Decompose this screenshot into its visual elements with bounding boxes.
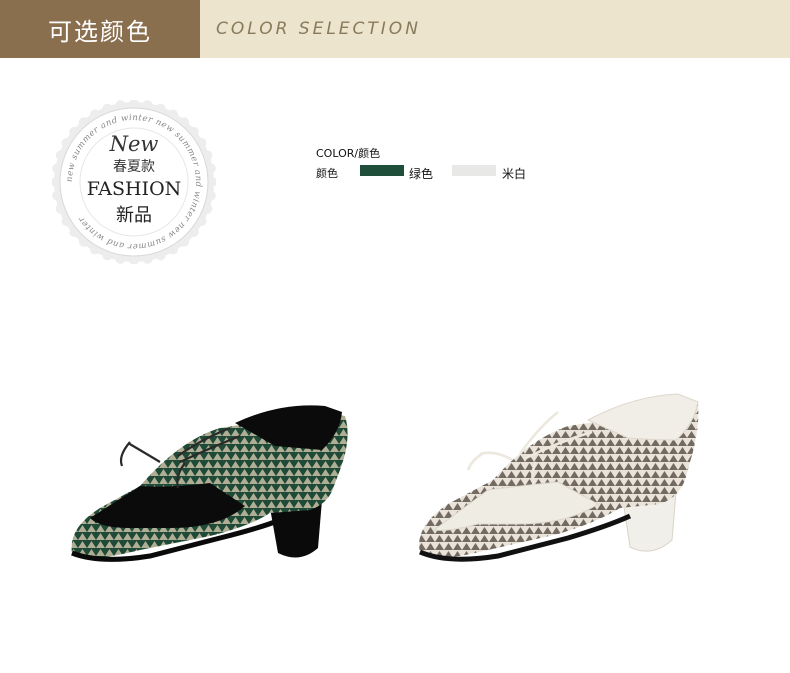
section-title-cn: 可选颜色 — [0, 0, 200, 58]
offwhite-swatch[interactable] — [452, 165, 496, 176]
badge-season: 春夏款 — [113, 158, 155, 175]
green-label: 绿色 — [409, 167, 434, 181]
color-info-title: COLOR/颜色 — [316, 147, 381, 160]
section-title-band: COLOR SELECTION — [200, 0, 790, 58]
section-title-en: COLOR SELECTION — [216, 19, 421, 39]
badge-fashion: FASHION — [86, 177, 182, 200]
green-shoe-image — [71, 405, 348, 562]
section-header: 可选颜色 COLOR SELECTION — [0, 0, 790, 58]
offwhite-label: 米白 — [502, 167, 527, 181]
badge-new-product: 新品 — [116, 204, 152, 226]
white-shoe-icon — [419, 393, 699, 562]
color-info: COLOR/颜色 颜色 绿色 米白 — [316, 145, 556, 183]
new-fashion-badge: new summer and winter new summer and win… — [51, 99, 217, 265]
badge-new: New — [109, 131, 159, 156]
color-options-row: 颜色 绿色 米白 — [316, 165, 556, 183]
white-shoe-image — [419, 393, 699, 562]
green-shoe-icon — [71, 405, 348, 562]
green-swatch[interactable] — [360, 165, 404, 176]
color-row-label: 颜色 — [316, 167, 338, 180]
